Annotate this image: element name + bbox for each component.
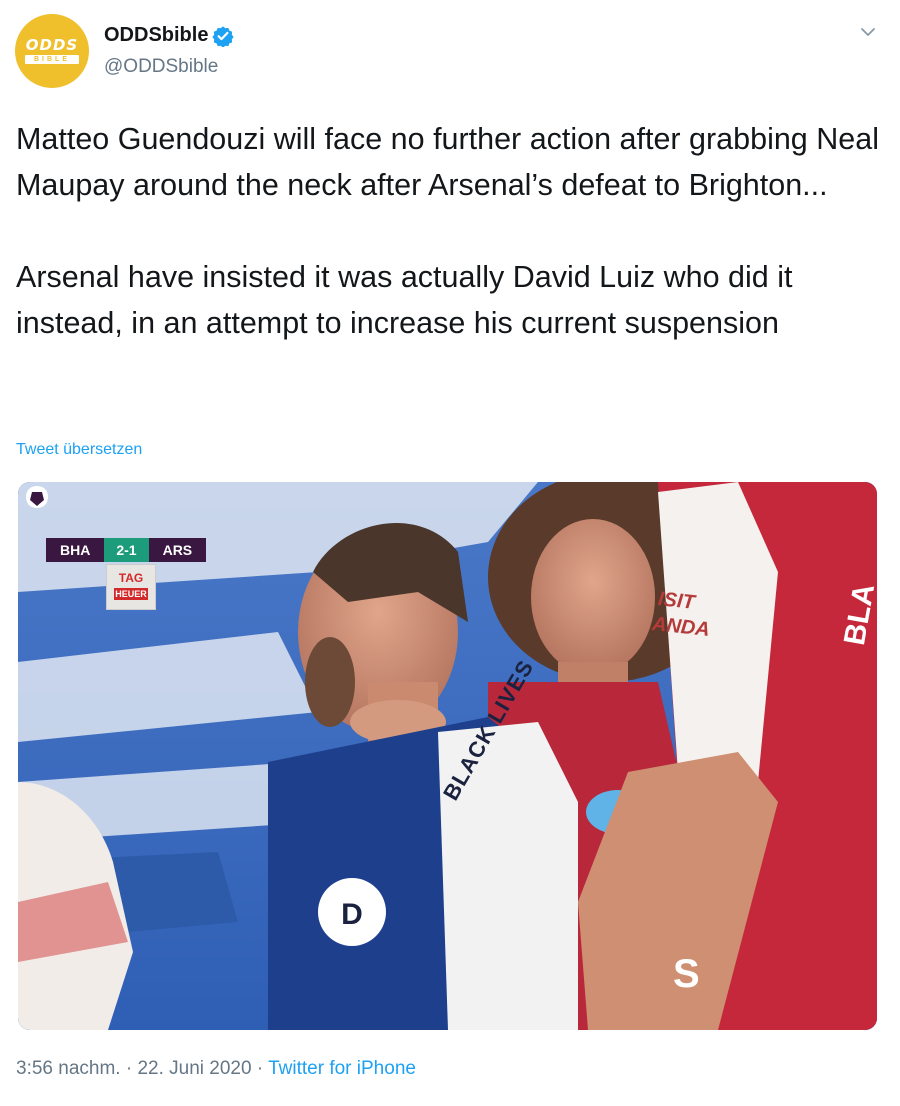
tweet-meta: 3:56 nachm. · 22. Juni 2020 · Twitter fo… bbox=[16, 1058, 416, 1080]
tweet-card: ODDS BIBLE ODDSbible @ODDSbible Matteo G… bbox=[0, 0, 900, 1106]
avatar-logo-text: ODDS bbox=[25, 36, 79, 54]
tweet-time[interactable]: 3:56 nachm. bbox=[16, 1058, 121, 1079]
translate-tweet-link[interactable]: Tweet übersetzen bbox=[16, 441, 142, 459]
tweet-text: Matteo Guendouzi will face no further ac… bbox=[16, 116, 884, 346]
sponsor-badge-sub: HEUER bbox=[114, 588, 148, 600]
scoreboard: BHA 2-1 ARS bbox=[46, 538, 207, 562]
home-team: BHA bbox=[46, 538, 105, 562]
tweet-paragraph-1: Matteo Guendouzi will face no further ac… bbox=[16, 122, 879, 202]
meta-separator-2: · bbox=[256, 1058, 264, 1079]
tweet-media-image[interactable]: D BHA 2-1 ARS TAG HEUER ISIT ANDA BLA BL… bbox=[18, 482, 877, 1030]
verified-badge-icon bbox=[212, 25, 235, 47]
display-name[interactable]: ODDSbible bbox=[104, 24, 208, 47]
meta-separator-1: · bbox=[125, 1058, 133, 1079]
svg-text:D: D bbox=[341, 898, 363, 931]
sponsor-badge: TAG HEUER bbox=[106, 564, 156, 610]
tweet-source-link[interactable]: Twitter for iPhone bbox=[268, 1058, 416, 1079]
premier-league-lion-icon bbox=[26, 486, 48, 508]
avatar[interactable]: ODDS BIBLE bbox=[15, 14, 89, 88]
away-team: ARS bbox=[148, 538, 207, 562]
tweet-paragraph-2: Arsenal have insisted it was actually Da… bbox=[16, 260, 793, 340]
chevron-down-icon[interactable] bbox=[858, 22, 878, 42]
shirt-number-fragment: S bbox=[673, 952, 700, 996]
avatar-logo-bar: BIBLE bbox=[25, 55, 79, 64]
sponsor-badge-top: TAG bbox=[118, 571, 144, 585]
author-name-row[interactable]: ODDSbible bbox=[104, 24, 235, 47]
tweet-date[interactable]: 22. Juni 2020 bbox=[137, 1058, 251, 1079]
avatar-logo-sub: BIBLE bbox=[34, 56, 70, 63]
match-score: 2-1 bbox=[104, 538, 149, 562]
shirt-sponsor-line1: ISIT bbox=[657, 588, 696, 614]
user-handle[interactable]: @ODDSbible bbox=[104, 56, 218, 78]
